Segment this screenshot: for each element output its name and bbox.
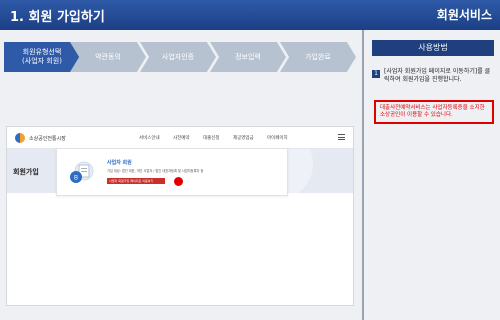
step-label: 약관동의 (95, 52, 121, 61)
step-complete: 가입완료 (280, 42, 356, 72)
step-business-auth: 사업자인증 (140, 42, 216, 72)
nav-item[interactable]: 서비스안내 (139, 135, 160, 141)
svg-text:B: B (74, 176, 78, 182)
step-label: 정보입력 (235, 52, 261, 61)
go-business-signup-button[interactable]: 사업자 회원가입 페이지로 이동하기 (107, 178, 165, 184)
page-title: 1. 회원 가입하기 (10, 10, 105, 25)
step-terms: 약관동의 (70, 42, 146, 72)
site-page-title: 회원가입 (13, 168, 39, 176)
header-bar: 1. 회원 가입하기 회원서비스 (0, 0, 500, 30)
step-number-badge: 1 (372, 70, 380, 78)
help-instruction: [사업자 회원가입 페이지로 이동하기]를 클릭하여 회원가입을 진행합니다. (384, 68, 491, 83)
nav-item[interactable]: 대출신청 (203, 135, 220, 141)
business-member-icon: B (70, 161, 94, 183)
step-label: 가입완료 (305, 52, 331, 61)
step-member-type: 회원유형선택 (사업자 회원) (4, 42, 80, 72)
step-info-input: 정보입력 (210, 42, 286, 72)
help-panel: 사용방법 1 [사업자 회원가입 페이지로 이동하기]를 클릭하여 회원가입을 … (364, 30, 500, 320)
step-label: 사업자인증 (161, 52, 195, 61)
site-logo[interactable]: 소상공인전통시장 (15, 133, 66, 143)
nav-item[interactable]: 사전예약 (173, 135, 190, 141)
step-label: 회원유형선택 (사업자 회원) (22, 48, 62, 65)
logo-text: 소상공인전통시장 (29, 135, 66, 142)
nav-item[interactable]: 마이페이지 (267, 135, 288, 141)
help-heading: 사용방법 (372, 40, 494, 56)
app-root: 1. 회원 가입하기 회원서비스 회원유형선택 (사업자 회원) 약관동의 사업… (0, 0, 500, 320)
nav-item[interactable]: 제공영업금 (233, 135, 254, 141)
help-note: 대출사전예약서비스는 사업자등록증을 소지한 소상공인이 이용할 수 있습니다. (374, 100, 494, 124)
service-label: 회원서비스 (436, 8, 492, 22)
hamburger-menu-icon[interactable] (338, 134, 345, 140)
click-indicator-dot (174, 177, 183, 186)
site-nav: 소상공인전통시장 서비스안내 사전예약 대출신청 제공영업금 마이페이지 (7, 127, 353, 149)
main-content: 회원유형선택 (사업자 회원) 약관동의 사업자인증 정보입력 가입완료 소상공… (0, 30, 362, 320)
business-member-card: B 사업자 회원 가입 대상: 법인 대표, 개인 사업자 / 법인 대표자등록… (56, 148, 288, 196)
card-description: 가입 대상: 법인 대표, 개인 사업자 / 법인 대표자등록 및 사업자등록자… (107, 169, 204, 173)
card-title: 사업자 회원 (107, 160, 132, 166)
logo-icon (15, 133, 25, 143)
